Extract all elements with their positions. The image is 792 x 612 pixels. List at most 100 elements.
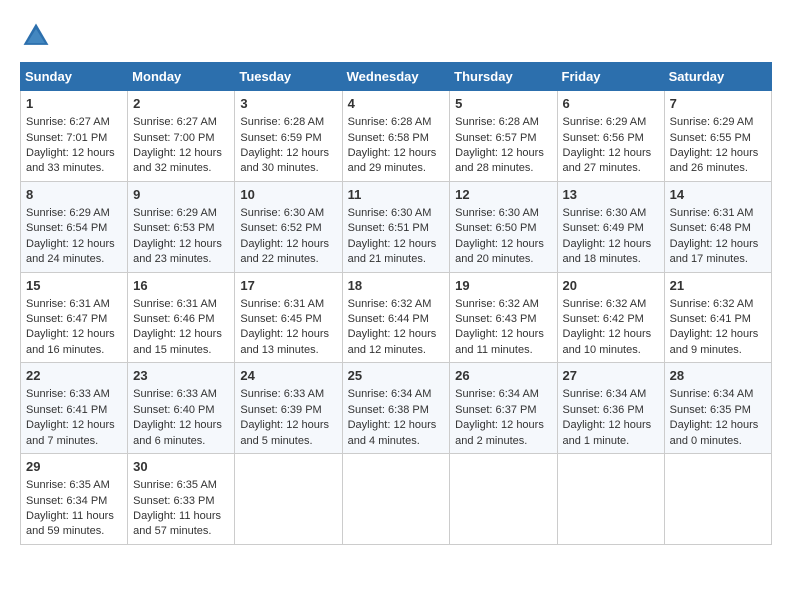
calendar-cell: 14 Sunrise: 6:31 AM Sunset: 6:48 PM Dayligh… [664,181,771,272]
weekday-thursday: Thursday [450,63,557,91]
day-number: 1 [26,95,122,113]
sunset-text: Sunset: 6:34 PM [26,495,107,507]
calendar-cell: 7Sunrise: 6:29 AMSunset: 6:55 PMDaylight… [664,91,771,182]
calendar-cell [342,454,450,545]
sunrise-text: Sunrise: 6:29 AM [563,116,647,128]
sunset-text: Sunset: 6:39 PM [240,404,321,416]
day-number: 4 [348,95,445,113]
sunset-text: Sunset: 6:59 PM [240,132,321,144]
day-number: 20 [563,277,659,295]
day-number: 9 [133,186,229,204]
sunrise-text: Sunrise: 6:34 AM [563,388,647,400]
day-number: 18 [348,277,445,295]
sunset-text: Sunset: 6:56 PM [563,132,644,144]
sunrise-text: Sunrise: 6:29 AM [670,116,754,128]
sunrise-text: Sunrise: 6:35 AM [133,479,217,491]
sunrise-text: Sunrise: 6:34 AM [455,388,539,400]
sunrise-text: Sunrise: 6:28 AM [240,116,324,128]
calendar-cell: 25Sunrise: 6:34 AMSunset: 6:38 PMDayligh… [342,363,450,454]
sunrise-text: Sunrise: 6:27 AM [133,116,217,128]
calendar-week-row: 1 Sunrise: 6:27 AM Sunset: 7:01 PM Daylight… [21,91,772,182]
sunrise-text: Sunrise: 6:34 AM [670,388,754,400]
calendar-cell [557,454,664,545]
daylight-text: Daylight: 12 hours and 28 minutes. [455,147,544,174]
day-number: 14 [670,186,766,204]
daylight-text: Daylight: 12 hours and 23 minutes. [133,238,222,265]
daylight-text: Daylight: 12 hours and 5 minutes. [240,419,329,446]
sunset-text: Sunset: 6:54 PM [26,222,107,234]
sunset-text: Sunset: 6:44 PM [348,313,429,325]
calendar-cell: 4Sunrise: 6:28 AMSunset: 6:58 PMDaylight… [342,91,450,182]
sunset-text: Sunset: 7:01 PM [26,132,107,144]
calendar-cell: 10 Sunrise: 6:30 AM Sunset: 6:52 PM Dayligh… [235,181,342,272]
sunrise-text: Sunrise: 6:29 AM [26,207,110,219]
calendar-cell: 18Sunrise: 6:32 AMSunset: 6:44 PMDayligh… [342,272,450,363]
calendar-cell [450,454,557,545]
sunset-text: Sunset: 6:51 PM [348,222,429,234]
sunset-text: Sunset: 6:57 PM [455,132,536,144]
calendar-cell: 12Sunrise: 6:30 AMSunset: 6:50 PMDayligh… [450,181,557,272]
sunrise-text: Sunrise: 6:33 AM [26,388,110,400]
daylight-text: Daylight: 12 hours and 17 minutes. [670,238,759,265]
day-number: 19 [455,277,551,295]
daylight-text: Daylight: 12 hours and 10 minutes. [563,328,652,355]
calendar-cell: 9Sunrise: 6:29 AMSunset: 6:53 PMDaylight… [128,181,235,272]
day-number: 30 [133,458,229,476]
calendar-cell: 20Sunrise: 6:32 AMSunset: 6:42 PMDayligh… [557,272,664,363]
day-number: 13 [563,186,659,204]
calendar-cell: 11Sunrise: 6:30 AMSunset: 6:51 PMDayligh… [342,181,450,272]
sunrise-text: Sunrise: 6:30 AM [455,207,539,219]
sunset-text: Sunset: 6:40 PM [133,404,214,416]
daylight-text: Daylight: 12 hours and 26 minutes. [670,147,759,174]
calendar-cell: 22Sunrise: 6:33 AMSunset: 6:41 PMDayligh… [21,363,128,454]
daylight-text: Daylight: 11 hours and 59 minutes. [26,510,114,537]
daylight-text: Daylight: 12 hours and 33 minutes. [26,147,115,174]
day-number: 29 [26,458,122,476]
daylight-text: Daylight: 12 hours and 2 minutes. [455,419,544,446]
sunset-text: Sunset: 6:52 PM [240,222,321,234]
sunrise-text: Sunrise: 6:31 AM [670,207,754,219]
day-number: 12 [455,186,551,204]
sunset-text: Sunset: 6:49 PM [563,222,644,234]
calendar-cell: 3Sunrise: 6:28 AMSunset: 6:59 PMDaylight… [235,91,342,182]
daylight-text: Daylight: 12 hours and 13 minutes. [240,328,329,355]
sunset-text: Sunset: 6:36 PM [563,404,644,416]
sunset-text: Sunset: 6:38 PM [348,404,429,416]
calendar-cell: 27Sunrise: 6:34 AMSunset: 6:36 PMDayligh… [557,363,664,454]
sunrise-text: Sunrise: 6:30 AM [240,207,324,219]
sunset-text: Sunset: 6:33 PM [133,495,214,507]
daylight-text: Daylight: 11 hours and 57 minutes. [133,510,221,537]
daylight-text: Daylight: 12 hours and 24 minutes. [26,238,115,265]
day-number: 16 [133,277,229,295]
sunrise-text: Sunrise: 6:31 AM [133,298,217,310]
logo-icon [20,20,52,52]
day-number: 2 [133,95,229,113]
calendar-body: 1 Sunrise: 6:27 AM Sunset: 7:01 PM Daylight… [21,91,772,545]
sunrise-text: Sunrise: 6:32 AM [348,298,432,310]
sunrise-text: Sunrise: 6:28 AM [455,116,539,128]
daylight-text: Daylight: 12 hours and 6 minutes. [133,419,222,446]
sunset-text: Sunset: 6:42 PM [563,313,644,325]
day-number: 23 [133,367,229,385]
day-number: 10 [240,186,336,204]
day-number: 5 [455,95,551,113]
calendar-cell: 21Sunrise: 6:32 AMSunset: 6:41 PMDayligh… [664,272,771,363]
weekday-sunday: Sunday [21,63,128,91]
sunset-text: Sunset: 6:48 PM [670,222,751,234]
sunrise-text: Sunrise: 6:35 AM [26,479,110,491]
sunrise-text: Sunrise: 6:30 AM [348,207,432,219]
calendar-week-row: 29 Sunrise: 6:35 AM Sunset: 6:34 PM Dayligh… [21,454,772,545]
weekday-saturday: Saturday [664,63,771,91]
day-number: 27 [563,367,659,385]
daylight-text: Daylight: 12 hours and 22 minutes. [240,238,329,265]
sunset-text: Sunset: 6:41 PM [670,313,751,325]
day-number: 24 [240,367,336,385]
sunset-text: Sunset: 6:45 PM [240,313,321,325]
weekday-header-row: SundayMondayTuesdayWednesdayThursdayFrid… [21,63,772,91]
calendar-cell: 1Sunrise: 6:27 AMSunset: 7:01 PMDaylight… [21,91,128,182]
day-number: 15 [26,277,122,295]
sunrise-text: Sunrise: 6:34 AM [348,388,432,400]
sunset-text: Sunset: 6:46 PM [133,313,214,325]
calendar-cell: 17Sunrise: 6:31 AMSunset: 6:45 PMDayligh… [235,272,342,363]
day-number: 26 [455,367,551,385]
